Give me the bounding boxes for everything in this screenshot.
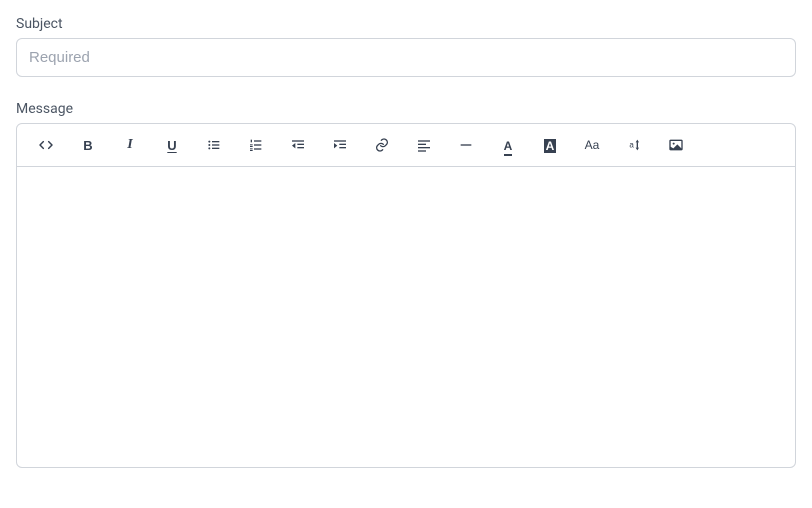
image-icon bbox=[668, 137, 684, 153]
message-label: Message bbox=[16, 101, 796, 117]
font-size-button[interactable]: Aa bbox=[571, 128, 613, 162]
bold-icon: B bbox=[83, 139, 92, 152]
line-height-button[interactable]: a bbox=[613, 128, 655, 162]
align-icon bbox=[416, 137, 432, 153]
message-field: Message B I U bbox=[16, 101, 796, 468]
code-view-button[interactable] bbox=[25, 128, 67, 162]
font-color-icon: A bbox=[504, 138, 513, 153]
unordered-list-icon bbox=[206, 137, 222, 153]
indent-decrease-icon bbox=[290, 137, 306, 153]
background-color-button[interactable]: A bbox=[529, 128, 571, 162]
underline-icon: U bbox=[167, 139, 176, 152]
link-icon bbox=[374, 137, 390, 153]
ordered-list-button[interactable] bbox=[235, 128, 277, 162]
unordered-list-button[interactable] bbox=[193, 128, 235, 162]
italic-button[interactable]: I bbox=[109, 128, 151, 162]
horizontal-rule-button[interactable] bbox=[445, 128, 487, 162]
indent-increase-icon bbox=[332, 137, 348, 153]
bold-button[interactable]: B bbox=[67, 128, 109, 162]
horizontal-rule-icon bbox=[458, 137, 474, 153]
message-textarea[interactable] bbox=[17, 167, 795, 467]
align-button[interactable] bbox=[403, 128, 445, 162]
underline-button[interactable]: U bbox=[151, 128, 193, 162]
message-editor: B I U bbox=[16, 123, 796, 468]
indent-decrease-button[interactable] bbox=[277, 128, 319, 162]
ordered-list-icon bbox=[248, 137, 264, 153]
font-color-button[interactable]: A bbox=[487, 128, 529, 162]
italic-icon: I bbox=[127, 138, 132, 152]
image-button[interactable] bbox=[655, 128, 697, 162]
code-icon bbox=[38, 137, 54, 153]
indent-increase-button[interactable] bbox=[319, 128, 361, 162]
editor-toolbar: B I U bbox=[17, 124, 795, 167]
svg-text:a: a bbox=[629, 141, 634, 150]
font-size-icon: Aa bbox=[585, 138, 600, 152]
subject-field: Subject bbox=[16, 16, 796, 77]
background-color-icon: A bbox=[544, 138, 557, 153]
line-height-icon: a bbox=[626, 137, 642, 153]
subject-input[interactable] bbox=[16, 38, 796, 77]
link-button[interactable] bbox=[361, 128, 403, 162]
subject-label: Subject bbox=[16, 16, 796, 32]
